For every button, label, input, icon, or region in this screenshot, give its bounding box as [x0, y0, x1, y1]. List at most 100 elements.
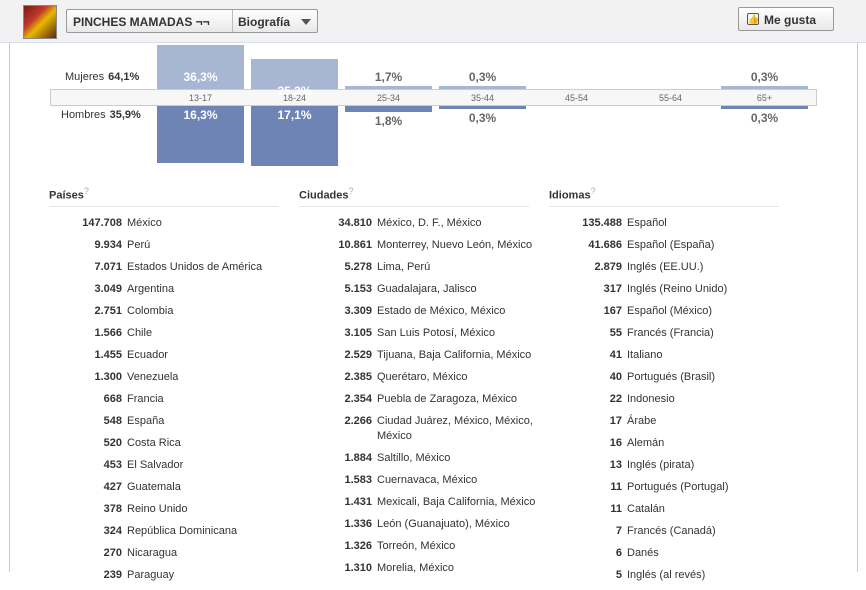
item-label: Francés (Francia)	[627, 326, 714, 339]
list-item: 2.751 Colombia	[49, 304, 292, 319]
item-count: 378	[103, 502, 122, 515]
list-item: 167 Español (México)	[549, 304, 792, 319]
item-label: España	[127, 414, 165, 427]
item-label: Ecuador	[127, 348, 168, 361]
item-count: 11	[610, 502, 622, 515]
list-item: 1.583 Cuernavaca, México	[299, 473, 542, 488]
age-group-label: 45-54	[564, 93, 589, 103]
item-label: León (Guanajuato), México	[377, 517, 510, 530]
item-label: Árabe	[627, 414, 657, 427]
list-item: 34.810 México, D. F., México	[299, 216, 542, 231]
men-bar[interactable]: 16,3%	[157, 106, 244, 164]
item-label: Francés (Canadá)	[627, 524, 716, 537]
item-label: Alemán	[627, 436, 665, 449]
item-label: Monterrey, Nuevo León, México	[377, 238, 533, 251]
men-bar[interactable]	[721, 106, 808, 109]
like-button[interactable]: 👍 Me gusta	[738, 7, 834, 31]
men-bar[interactable]	[345, 106, 432, 113]
languages-list: Idiomas? 135.488 Español 41.686 Español (Es…	[549, 186, 792, 590]
item-count: 34.810	[338, 216, 372, 229]
women-bar[interactable]: 25,3%	[251, 58, 338, 98]
item-label: Perú	[127, 238, 151, 251]
women-bar[interactable]	[345, 86, 432, 89]
item-count: 11	[610, 480, 622, 493]
women-bar[interactable]: 36,3%	[157, 45, 244, 89]
help-icon[interactable]: ?	[591, 186, 596, 196]
women-label-group: Mujeres 64,1%	[65, 71, 139, 83]
list-item: 147.708 México	[49, 216, 292, 231]
item-count: 135.488	[582, 216, 622, 229]
item-label: Querétaro, México	[377, 370, 468, 383]
item-count: 1.300	[94, 370, 122, 383]
men-bar[interactable]	[439, 106, 526, 109]
item-count: 5.153	[344, 282, 372, 295]
cities-list: Ciudades? 34.810 México, D. F., México 10.…	[299, 186, 542, 583]
list-item: 40 Portugués (Brasil)	[549, 370, 792, 385]
item-count: 147.708	[82, 216, 122, 229]
item-count: 3.105	[344, 326, 372, 339]
item-count: 16	[609, 436, 622, 449]
item-count: 5	[615, 568, 622, 581]
list-item: 9.934 Perú	[49, 238, 292, 253]
item-label: México, D. F., México	[377, 216, 482, 229]
section-label: Biografía	[238, 15, 291, 29]
list-item: 1.455 Ecuador	[49, 348, 292, 363]
item-count: 13	[609, 458, 622, 471]
item-label: Inglés (al revés)	[627, 568, 706, 581]
item-count: 2.879	[594, 260, 622, 273]
item-count: 1.431	[344, 495, 372, 508]
item-count: 22	[609, 392, 622, 405]
list-item: 317 Inglés (Reino Unido)	[549, 282, 792, 297]
item-count: 7.071	[94, 260, 122, 273]
item-count: 167	[603, 304, 622, 317]
men-bar[interactable]: 17,1%	[251, 106, 338, 166]
men-percent: 1,8%	[374, 114, 403, 129]
list-item: 5.278 Lima, Perú	[299, 260, 542, 275]
age-group-label: 25-34	[376, 93, 401, 103]
help-icon[interactable]: ?	[84, 186, 89, 196]
item-count: 2.529	[344, 348, 372, 361]
men-percent: 0,3%	[750, 111, 779, 125]
women-bar[interactable]	[721, 86, 808, 89]
item-count: 41.686	[588, 238, 622, 251]
list-item: 1.431 Mexicali, Baja California, México	[299, 495, 542, 510]
women-percent: 1,7%	[374, 70, 403, 84]
list-item: 324 República Dominicana	[49, 524, 292, 539]
women-percent: 25,3%	[277, 83, 312, 98]
item-count: 2.354	[344, 392, 372, 405]
list-item: 11 Portugués (Portugal)	[549, 480, 792, 495]
cities-heading: Ciudades?	[299, 186, 529, 207]
item-label: Guadalajara, Jalisco	[377, 282, 477, 295]
list-item: 135.488 Español	[549, 216, 792, 231]
item-label: México	[127, 216, 162, 229]
item-count: 427	[103, 480, 122, 493]
women-percent: 0,3%	[750, 70, 779, 84]
item-count: 2.751	[94, 304, 122, 317]
list-item: 2.266 Ciudad Juárez, México, México, Méxi…	[299, 414, 542, 444]
item-label: Mexicali, Baja California, México	[377, 495, 536, 508]
item-count: 17	[609, 414, 622, 427]
list-item: 13 Inglés (pirata)	[549, 458, 792, 473]
list-item: 6 Danés	[549, 546, 792, 561]
item-label: Inglés (Reino Unido)	[627, 282, 728, 295]
women-bar[interactable]	[439, 86, 526, 89]
list-item: 453 El Salvador	[49, 458, 292, 473]
item-count: 6	[615, 546, 622, 559]
item-count: 1.884	[344, 451, 372, 464]
item-count: 9.934	[94, 238, 122, 251]
item-label: Reino Unido	[127, 502, 188, 515]
item-count: 2.266	[344, 414, 372, 427]
age-group-label: 65+	[756, 93, 773, 103]
page-profile-picture[interactable]	[23, 5, 57, 39]
list-item: 378 Reino Unido	[49, 502, 292, 517]
item-count: 1.326	[344, 539, 372, 552]
list-item: 2.529 Tijuana, Baja California, México	[299, 348, 542, 363]
item-count: 10.861	[338, 238, 372, 251]
right-content-border	[857, 42, 858, 572]
left-content-border	[9, 42, 10, 572]
chevron-down-icon[interactable]	[301, 19, 311, 25]
help-icon[interactable]: ?	[349, 186, 354, 196]
list-item: 2.385 Querétaro, México	[299, 370, 542, 385]
page-section-selector[interactable]: PINCHES MAMADAS ¬¬ Biografía	[66, 9, 318, 33]
thumbs-up-icon: 👍	[747, 13, 760, 25]
